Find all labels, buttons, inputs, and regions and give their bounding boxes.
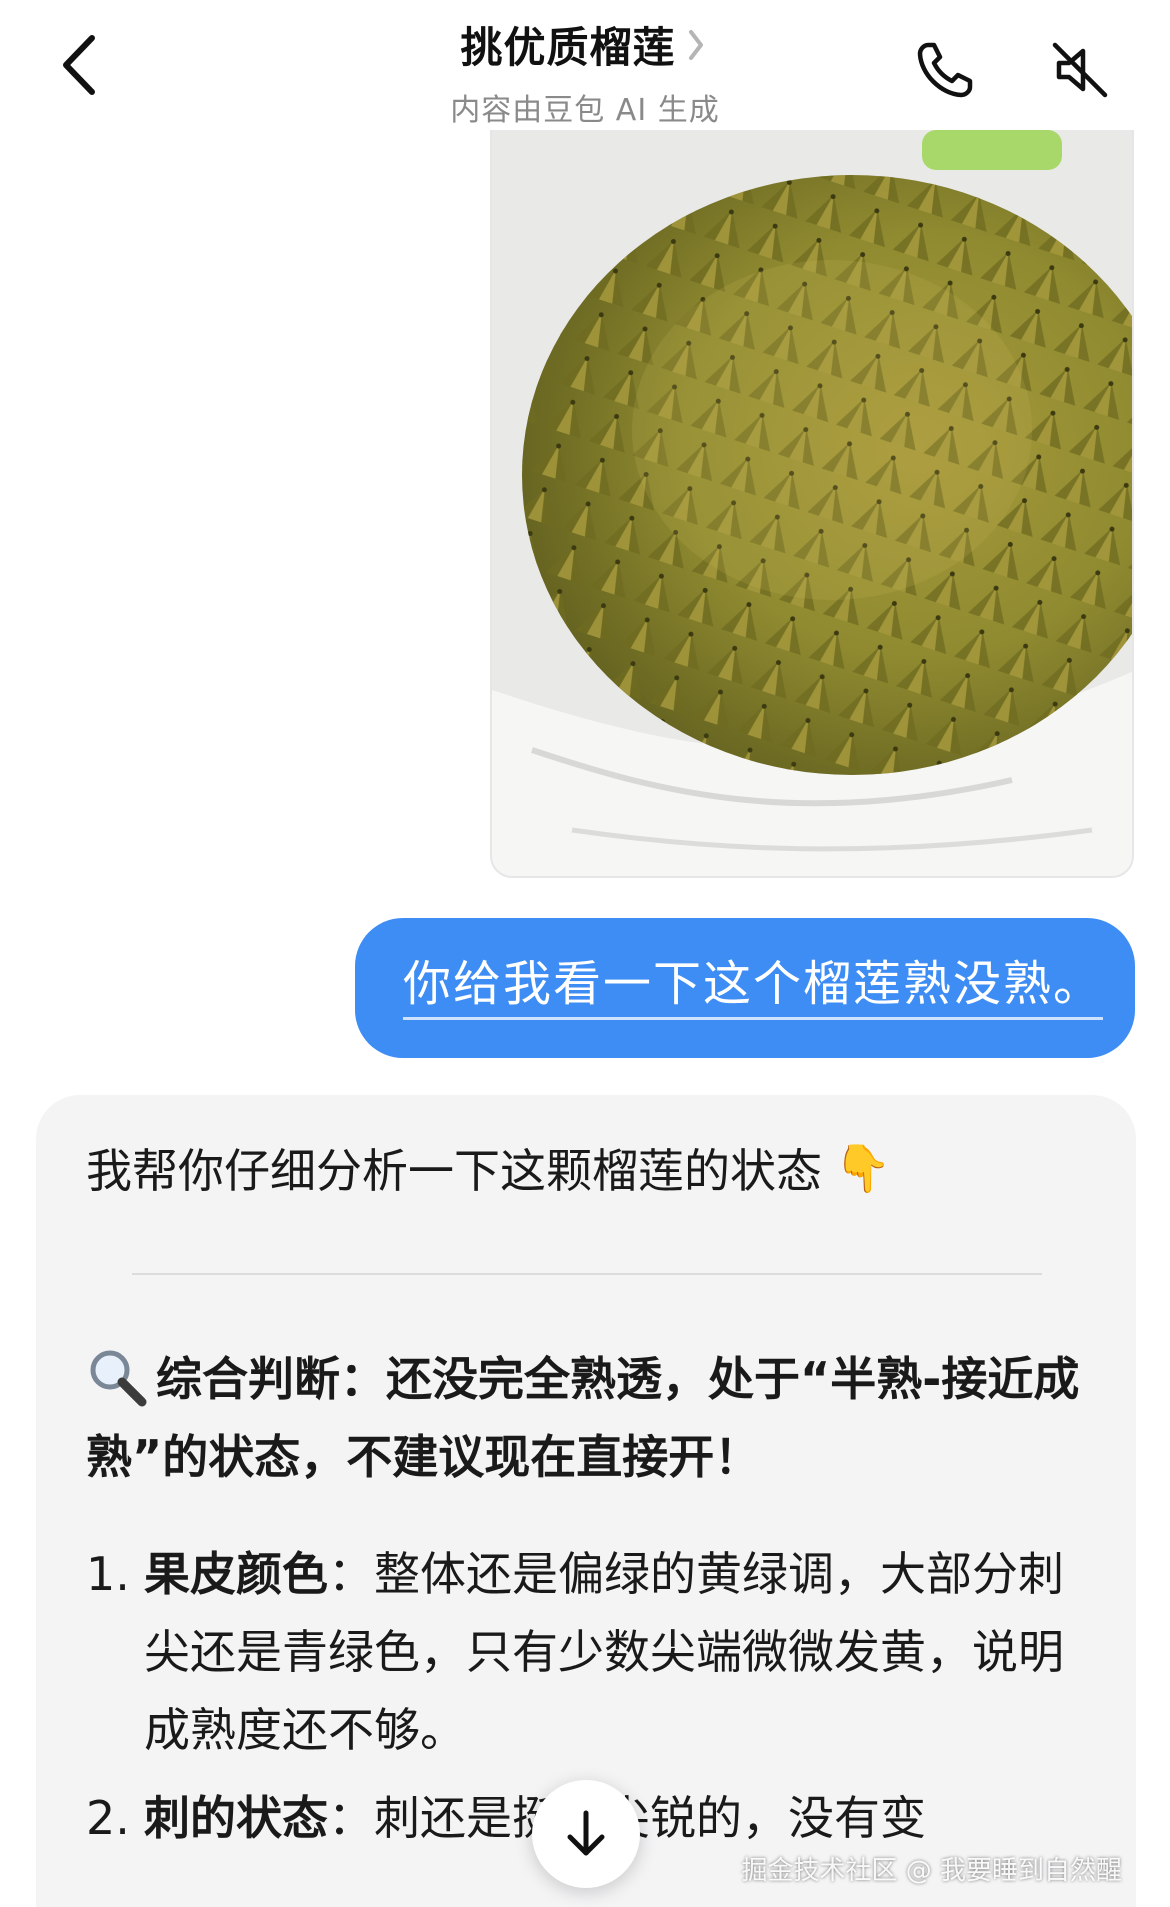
list-item-label: 果皮颜色 (144, 1547, 328, 1601)
chat-title-area[interactable]: 挑优质榴莲 内容由豆包 AI 生成 (0, 14, 1170, 129)
chat-header: 挑优质榴莲 内容由豆包 AI 生成 (0, 0, 1170, 130)
magnifier-icon (90, 1350, 147, 1406)
speaker-muted-icon (1052, 42, 1108, 98)
phone-icon (917, 42, 973, 98)
durian-photo[interactable] (490, 130, 1134, 878)
list-item: 1. 果皮颜色：整体还是偏绿的黄绿调，大部分刺尖还是青绿色，只有少数尖端微微发黄… (86, 1535, 1096, 1769)
mute-button[interactable] (1040, 30, 1120, 110)
list-item-label: 刺的状态 (144, 1791, 328, 1845)
list-item-text: 刺还是挺、尖锐的，没有变 (374, 1791, 926, 1845)
pointing-down-emoji: 👇 (834, 1140, 892, 1195)
user-message-bubble[interactable]: 你给我看一下这个榴莲熟没熟。 (355, 918, 1135, 1058)
watermark: 掘金技术社区 @ 我要睡到自然醒 (741, 1856, 1122, 1886)
list-item-number: 1. (86, 1547, 130, 1601)
summary-text: 综合判断：还没完全熟透，处于“半熟-接近成熟”的状态，不建议现在直接开！ (86, 1352, 1080, 1484)
list-item-separator: ： (328, 1547, 374, 1601)
user-message-text: 你给我看一下这个榴莲熟没熟。 (403, 956, 1104, 1021)
divider (132, 1273, 1042, 1275)
arrow-down-icon (567, 1810, 605, 1856)
call-button[interactable] (905, 30, 985, 110)
scroll-to-bottom-button[interactable] (532, 1780, 640, 1888)
ai-intro-text: 我帮你仔细分析一下这颗榴莲的状态 (86, 1144, 822, 1198)
list-item-number: 2. (86, 1791, 130, 1845)
list-item-separator: ： (328, 1791, 374, 1845)
summary-paragraph: 综合判断：还没完全熟透，处于“半熟-接近成熟”的状态，不建议现在直接开！ (86, 1340, 1086, 1496)
ai-intro: 我帮你仔细分析一下这颗榴莲的状态 👇 (86, 1135, 891, 1201)
chevron-right-icon (686, 25, 710, 65)
chat-title[interactable]: 挑优质榴莲 (460, 14, 675, 75)
ai-generated-notice: 内容由豆包 AI 生成 (450, 93, 720, 128)
